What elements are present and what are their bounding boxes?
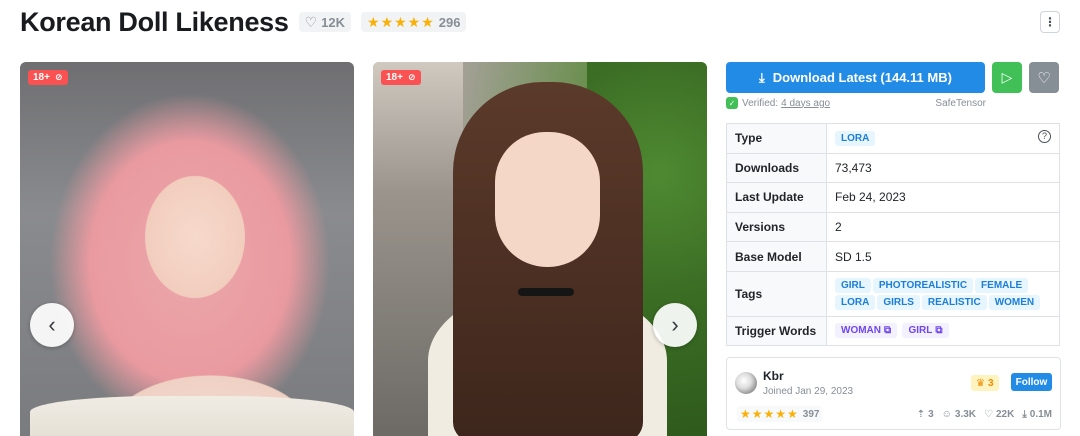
tag-pill[interactable]: LORA <box>835 294 876 310</box>
eye-off-icon: ⊘ <box>407 72 416 82</box>
model-header: Korean Doll Likeness ♡ 12K ★★★★★ 296 <box>20 5 467 39</box>
tag-pill[interactable]: PHOTOREALISTIC <box>872 277 974 293</box>
downloads-stat: ⤓ 0.1M <box>1022 408 1052 420</box>
detail-value: 73,473 <box>826 152 1060 184</box>
upload-icon: ⇡ <box>916 408 926 420</box>
table-row: Trigger Words WOMAN ⧉ GIRL ⧉ <box>726 315 1060 346</box>
creator-rank-badge: ♛ 3 <box>971 375 999 391</box>
nsfw-badge[interactable]: 18+ ⊘ <box>381 70 421 85</box>
table-row: Versions 2 <box>726 211 1060 243</box>
table-row: Last Update Feb 24, 2023 <box>726 182 1060 213</box>
detail-key: Downloads <box>726 152 827 184</box>
rating-count: 296 <box>438 14 461 30</box>
dots-vertical-icon: ⋮ <box>1044 15 1056 29</box>
copy-icon: ⧉ <box>884 325 892 337</box>
rating-badge[interactable]: ★★★★★ 296 <box>361 12 467 32</box>
heart-icon: ♡ <box>304 13 318 30</box>
tag-pill[interactable]: WOMEN <box>988 294 1041 310</box>
tag-pill[interactable]: GIRLS <box>877 294 920 310</box>
detail-key: Type <box>726 123 827 154</box>
page-title: Korean Doll Likeness <box>20 6 289 37</box>
tag-pill[interactable]: REALISTIC <box>921 294 987 310</box>
play-icon: ▷ <box>1001 69 1013 85</box>
detail-value: Feb 24, 2023 <box>826 182 1060 213</box>
favorite-button[interactable]: ♡ <box>1029 62 1059 93</box>
table-row: Base Model SD 1.5 <box>726 241 1060 272</box>
detail-value: LORA ? <box>826 123 1060 154</box>
trigger-words-cell: WOMAN ⧉ GIRL ⧉ <box>826 315 1060 346</box>
likes-badge[interactable]: ♡ 12K <box>298 12 352 32</box>
download-button[interactable]: ⤓ Download Latest (144.11 MB) <box>726 62 985 93</box>
table-row: Tags GIRL PHOTOREALISTIC FEMALE LORA GIRLS R… <box>726 270 1060 317</box>
model-details-table: Type LORA ? Downloads 73,473 Last Update… <box>726 123 1060 346</box>
download-label: Download Latest (144.11 MB) <box>772 70 952 85</box>
detail-key: Versions <box>726 211 827 243</box>
trigger-word-pill[interactable]: WOMAN ⧉ <box>835 323 898 339</box>
heart-icon: ♡ <box>1037 69 1051 87</box>
avatar[interactable] <box>735 372 757 394</box>
gallery-image-2[interactable]: 18+ ⊘ <box>373 62 707 436</box>
trigger-word-pill[interactable]: GIRL ⧉ <box>902 323 949 339</box>
detail-value: 2 <box>826 211 1060 243</box>
help-circle-icon[interactable]: ? <box>1038 129 1051 143</box>
detail-key: Last Update <box>726 182 827 213</box>
type-pill: LORA <box>835 130 876 146</box>
chevron-left-icon: ‹ <box>48 312 56 337</box>
gallery-image-1[interactable]: 18+ ⊘ <box>20 62 354 436</box>
crown-icon: ♛ <box>976 377 985 389</box>
creator-name[interactable]: Kbr <box>763 369 784 383</box>
likes-stat: ♡ 22K <box>984 408 1015 420</box>
follow-button[interactable]: Follow <box>1011 373 1052 391</box>
verified-prefix: Verified: <box>742 97 779 109</box>
nsfw-badge[interactable]: 18+ ⊘ <box>28 70 68 85</box>
star-rating-icon: ★★★★★ <box>367 13 435 30</box>
creator-card: Kbr Joined Jan 29, 2023 ♛ 3 Follow ★★★★★… <box>726 357 1061 430</box>
run-button[interactable]: ▷ <box>992 62 1022 93</box>
carousel-next-button[interactable]: › <box>653 303 697 347</box>
users-icon: ☺ <box>941 408 952 420</box>
verified-info: ✓ Verified: 4 days ago SafeTensor <box>726 96 1061 110</box>
creator-rating-count: 397 <box>802 408 820 420</box>
detail-key: Trigger Words <box>726 315 827 346</box>
followers-stat: ☺ 3.3K <box>941 408 977 420</box>
creator-rating: ★★★★★ 397 <box>737 406 823 422</box>
chevron-right-icon: › <box>671 312 679 337</box>
tag-pill[interactable]: FEMALE <box>975 277 1029 293</box>
carousel-prev-button[interactable]: ‹ <box>30 303 74 347</box>
table-row: Type LORA ? <box>726 123 1060 154</box>
shield-check-icon: ✓ <box>726 97 738 109</box>
copy-icon: ⧉ <box>935 325 943 337</box>
tags-cell: GIRL PHOTOREALISTIC FEMALE LORA GIRLS REALIS… <box>826 270 1060 317</box>
heart-icon: ♡ <box>984 408 993 420</box>
detail-value: SD 1.5 <box>826 241 1060 272</box>
detail-key: Tags <box>726 270 827 317</box>
creator-stats: ⇡ 3 ☺ 3.3K ♡ 22K ⤓ 0.1M <box>917 406 1052 422</box>
creator-joined: Joined Jan 29, 2023 <box>763 386 854 397</box>
download-icon: ⤓ <box>1022 408 1027 420</box>
more-options-button[interactable]: ⋮ <box>1040 11 1060 33</box>
tag-pill[interactable]: GIRL <box>835 277 871 293</box>
verified-time-link[interactable]: 4 days ago <box>781 98 830 109</box>
model-sidebar: ⤓ Download Latest (144.11 MB) ▷ ♡ ✓ Veri… <box>726 62 1061 346</box>
download-actions: ⤓ Download Latest (144.11 MB) ▷ ♡ <box>726 62 1061 93</box>
star-rating-icon: ★★★★★ <box>740 407 799 421</box>
eye-off-icon: ⊘ <box>54 72 63 82</box>
likes-count: 12K <box>321 14 346 30</box>
file-format: SafeTensor <box>935 97 986 109</box>
uploads-stat: ⇡ 3 <box>916 408 934 420</box>
table-row: Downloads 73,473 <box>726 152 1060 184</box>
detail-key: Base Model <box>726 241 827 272</box>
download-icon: ⤓ <box>759 69 765 85</box>
